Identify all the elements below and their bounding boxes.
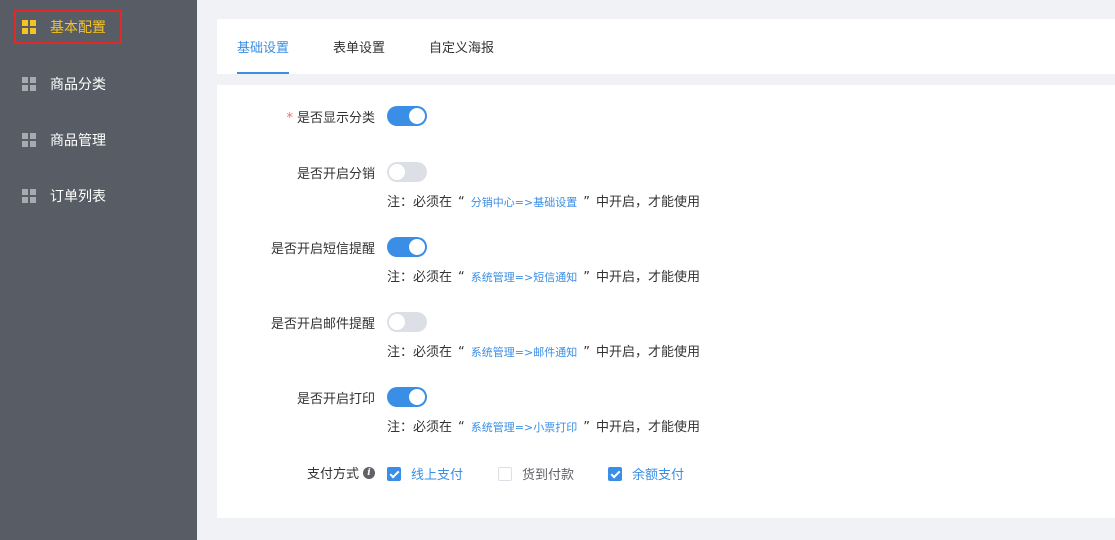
grid-icon	[22, 189, 36, 203]
note-prefix: 注：必须在	[387, 345, 453, 360]
sidebar-item-label: 订单列表	[50, 189, 106, 205]
email-reminder-label: 是否开启邮件提醒	[270, 317, 375, 332]
sms-reminder-switch[interactable]	[387, 237, 427, 257]
settings-form: * 是否显示分类 是否开启分销 注：必须在 “ 分销中心=>基础设置 ” 中开启，才能使用…	[217, 85, 1115, 518]
balance-payment-checkbox[interactable]: 余额支付	[608, 464, 684, 483]
note-suffix: 中开启，才能使用	[595, 195, 700, 210]
distribution-settings-link[interactable]: 分销中心=>基础设置	[471, 196, 577, 209]
sidebar: 基本配置 商品分类 商品管理 订单列表	[0, 0, 197, 540]
online-payment-checkbox[interactable]: 线上支付	[387, 464, 463, 483]
quote-open: “	[458, 345, 465, 360]
switch-knob	[389, 164, 405, 180]
quote-close: ”	[583, 270, 590, 285]
cash-on-delivery-checkbox[interactable]: 货到付款	[498, 464, 574, 483]
note-prefix: 注：必须在	[387, 195, 453, 210]
switch-knob	[409, 389, 425, 405]
note-prefix: 注：必须在	[387, 270, 453, 285]
email-note: 注：必须在 “ 系统管理=>邮件通知 ” 中开启，才能使用	[387, 341, 700, 360]
switch-knob	[409, 239, 425, 255]
checkbox-box[interactable]	[387, 466, 401, 481]
payment-method-label: 支付方式 i	[307, 463, 375, 482]
sms-note: 注：必须在 “ 系统管理=>短信通知 ” 中开启，才能使用	[387, 266, 700, 285]
note-suffix: 中开启，才能使用	[595, 420, 700, 435]
tabs-bar: 基础设置 表单设置 自定义海报	[217, 19, 1115, 74]
print-label: 是否开启打印	[296, 392, 375, 407]
sidebar-item-basic-config[interactable]: 基本配置	[14, 10, 122, 44]
label-text: 是否显示分类	[296, 111, 375, 126]
note-suffix: 中开启，才能使用	[595, 270, 700, 285]
info-icon[interactable]: i	[363, 466, 375, 479]
grid-icon	[22, 20, 36, 34]
checkbox-box[interactable]	[498, 466, 512, 481]
sidebar-item-label: 商品分类	[50, 77, 106, 93]
grid-icon	[22, 77, 36, 91]
sidebar-item-product-category[interactable]: 商品分类	[14, 67, 122, 101]
quote-open: “	[458, 270, 465, 285]
distribution-switch[interactable]	[387, 162, 427, 182]
grid-icon	[22, 133, 36, 147]
show-category-switch[interactable]	[387, 106, 427, 126]
checkbox-label: 余额支付	[632, 468, 685, 483]
print-note: 注：必须在 “ 系统管理=>小票打印 ” 中开启，才能使用	[387, 416, 700, 435]
label-text: 支付方式	[306, 467, 359, 482]
quote-open: “	[458, 195, 465, 210]
sms-notification-link[interactable]: 系统管理=>短信通知	[471, 271, 577, 284]
tab-form-settings[interactable]: 表单设置	[333, 19, 385, 74]
email-reminder-switch[interactable]	[387, 312, 427, 332]
required-mark: *	[286, 111, 293, 126]
sidebar-item-order-list[interactable]: 订单列表	[14, 179, 122, 213]
quote-close: ”	[583, 195, 590, 210]
tab-custom-poster[interactable]: 自定义海报	[429, 19, 494, 74]
sidebar-item-label: 基本配置	[50, 20, 106, 36]
quote-open: “	[458, 420, 465, 435]
switch-knob	[409, 108, 425, 124]
receipt-print-link[interactable]: 系统管理=>小票打印	[471, 421, 577, 434]
sms-reminder-label: 是否开启短信提醒	[270, 242, 375, 257]
checkbox-label: 线上支付	[411, 468, 464, 483]
quote-close: ”	[583, 345, 590, 360]
sidebar-item-label: 商品管理	[50, 133, 106, 149]
note-suffix: 中开启，才能使用	[595, 345, 700, 360]
checkbox-label: 货到付款	[522, 468, 575, 483]
distribution-note: 注：必须在 “ 分销中心=>基础设置 ” 中开启，才能使用	[387, 191, 700, 210]
tab-basic-settings[interactable]: 基础设置	[237, 19, 290, 74]
note-prefix: 注：必须在	[387, 420, 453, 435]
email-notification-link[interactable]: 系统管理=>邮件通知	[471, 346, 577, 359]
switch-knob	[389, 314, 405, 330]
print-switch[interactable]	[387, 387, 427, 407]
checkbox-box[interactable]	[608, 466, 622, 481]
distribution-label: 是否开启分销	[296, 167, 375, 182]
sidebar-item-product-management[interactable]: 商品管理	[14, 123, 122, 157]
quote-close: ”	[583, 420, 590, 435]
show-category-label: * 是否显示分类	[286, 107, 375, 126]
